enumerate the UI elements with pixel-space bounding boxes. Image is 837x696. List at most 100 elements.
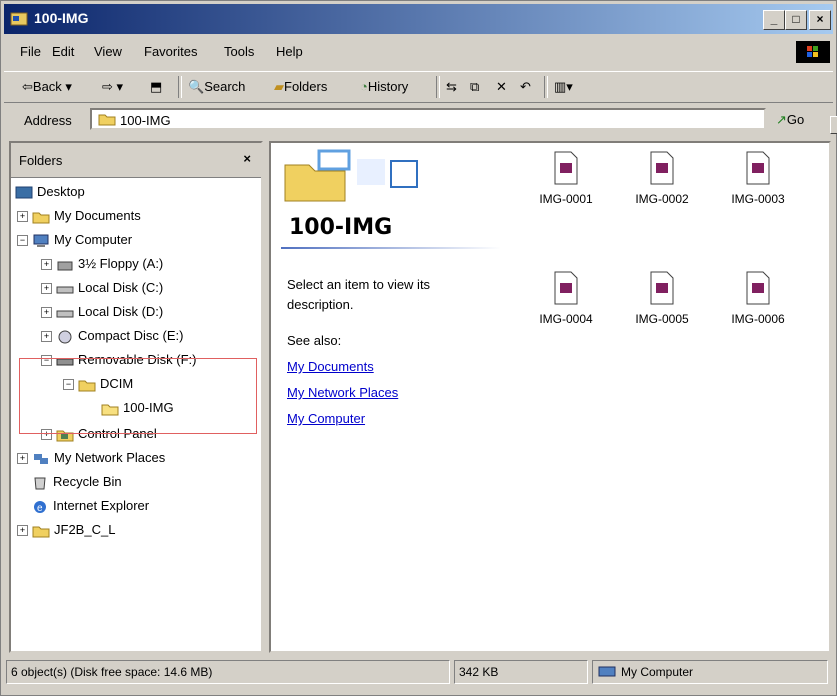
network-icon bbox=[34, 453, 48, 464]
standard-toolbar: ⇦Back ▾ ⇨ ▾ ⬒ 🔍Search ▰Folders ◔History … bbox=[4, 71, 833, 103]
image-file-icon bbox=[746, 151, 770, 185]
svg-text:e: e bbox=[37, 503, 43, 514]
file-item[interactable]: IMG-0004 bbox=[521, 271, 611, 326]
content-pane: 100-IMG Select an item to view its descr… bbox=[269, 141, 831, 653]
hard-disk-icon bbox=[56, 310, 74, 318]
search-button[interactable]: 🔍Search bbox=[188, 79, 245, 95]
menu-bar: File Edit View Favorites Tools Help bbox=[4, 39, 833, 65]
expand-icon[interactable]: + bbox=[17, 453, 28, 465]
status-zone: My Computer bbox=[592, 660, 828, 684]
title-bar[interactable]: 100-IMG _ □ × bbox=[4, 4, 833, 34]
folder-window-icon bbox=[10, 12, 28, 26]
folders-pane-title: Folders bbox=[19, 153, 63, 168]
address-value: 100-IMG bbox=[120, 113, 171, 128]
history-button[interactable]: ◔History bbox=[360, 79, 408, 94]
tree-item-my-network-places[interactable]: + My Network Places bbox=[17, 447, 165, 469]
windows-logo-icon bbox=[796, 41, 830, 63]
menu-tools[interactable]: Tools bbox=[224, 44, 254, 59]
tree-item-internet-explorer[interactable]: e Internet Explorer bbox=[31, 495, 149, 517]
menu-file[interactable]: File bbox=[20, 44, 41, 59]
file-item[interactable]: IMG-0006 bbox=[713, 271, 803, 326]
folder-title: 100-IMG bbox=[289, 215, 393, 240]
collapse-icon[interactable]: − bbox=[17, 235, 28, 247]
file-item[interactable]: IMG-0003 bbox=[713, 151, 803, 206]
go-icon: ↗ bbox=[776, 112, 787, 127]
folders-icon: ▰ bbox=[274, 79, 284, 94]
address-bar: Address 100-IMG ▼ ↗Go bbox=[4, 105, 837, 135]
link-my-documents[interactable]: My Documents bbox=[287, 359, 374, 374]
see-also-label: See also: bbox=[287, 333, 342, 348]
address-input[interactable]: 100-IMG ▼ bbox=[90, 108, 837, 134]
file-item[interactable]: IMG-0002 bbox=[617, 151, 707, 206]
link-my-network-places[interactable]: My Network Places bbox=[287, 385, 398, 400]
folders-label: Folders bbox=[284, 79, 328, 94]
tree-item-my-documents[interactable]: + My Documents bbox=[17, 205, 141, 227]
minimize-button[interactable]: _ bbox=[763, 10, 785, 30]
maximize-button[interactable]: □ bbox=[785, 10, 807, 30]
menu-edit[interactable]: Edit bbox=[52, 44, 74, 59]
file-item[interactable]: IMG-0005 bbox=[617, 271, 707, 326]
explorer-window: 100-IMG _ □ × File Edit View Favorites T… bbox=[0, 0, 837, 696]
expand-icon[interactable]: + bbox=[41, 331, 52, 343]
up-folder-icon[interactable]: ⬒ bbox=[150, 79, 162, 95]
image-file-icon bbox=[650, 271, 674, 305]
status-zone-label: My Computer bbox=[621, 665, 694, 679]
expand-icon[interactable]: + bbox=[41, 259, 52, 271]
move-to-icon[interactable]: ⇆ bbox=[446, 79, 457, 95]
image-file-icon bbox=[746, 271, 770, 305]
search-label: Search bbox=[204, 79, 246, 94]
history-label: History bbox=[367, 79, 409, 94]
image-file-icon bbox=[554, 271, 578, 305]
tree-item-local-disk-d[interactable]: + Local Disk (D:) bbox=[41, 301, 163, 323]
menu-view[interactable]: View bbox=[94, 44, 122, 59]
computer-icon bbox=[598, 666, 616, 677]
expand-icon[interactable]: + bbox=[17, 211, 28, 223]
address-dropdown-button[interactable]: ▼ bbox=[830, 116, 837, 134]
address-label: Address bbox=[24, 113, 72, 128]
tree-item-floppy[interactable]: +3½ Floppy (A:) bbox=[41, 253, 163, 275]
tree-item-my-computer[interactable]: − My Computer bbox=[17, 229, 132, 251]
go-label: Go bbox=[786, 112, 805, 127]
back-button[interactable]: ⇦Back ▾ bbox=[22, 79, 72, 95]
computer-icon bbox=[33, 234, 49, 247]
expand-icon[interactable]: + bbox=[41, 283, 52, 295]
search-icon: 🔍 bbox=[188, 79, 205, 94]
delete-icon[interactable]: ✕ bbox=[496, 79, 507, 95]
window-title: 100-IMG bbox=[34, 10, 89, 26]
file-item[interactable]: IMG-0001 bbox=[521, 151, 611, 206]
history-icon: ◔ bbox=[360, 79, 368, 94]
go-button[interactable]: ↗Go bbox=[776, 112, 804, 128]
tree-item-recycle-bin[interactable]: Recycle Bin bbox=[31, 471, 122, 493]
views-icon[interactable]: ▥▾ bbox=[554, 79, 573, 95]
tree-item-desktop[interactable]: Desktop bbox=[15, 181, 85, 203]
forward-button[interactable]: ⇨ ▾ bbox=[102, 79, 123, 95]
undo-icon[interactable]: ↶ bbox=[520, 79, 531, 95]
folders-button[interactable]: ▰Folders bbox=[274, 79, 327, 95]
close-button[interactable]: × bbox=[809, 10, 831, 30]
close-pane-icon[interactable]: × bbox=[243, 151, 251, 166]
menu-help[interactable]: Help bbox=[276, 44, 303, 59]
menu-favorites[interactable]: Favorites bbox=[144, 44, 197, 59]
image-file-icon bbox=[650, 151, 674, 185]
expand-icon[interactable]: + bbox=[41, 307, 52, 319]
copy-to-icon[interactable]: ⧉ bbox=[470, 79, 479, 95]
highlight-box bbox=[19, 358, 257, 434]
back-label: Back bbox=[32, 79, 62, 94]
link-my-computer[interactable]: My Computer bbox=[287, 411, 365, 426]
folder-icon bbox=[98, 114, 116, 126]
expand-icon[interactable]: + bbox=[17, 525, 28, 537]
documents-folder-icon bbox=[32, 212, 50, 224]
tree-item-compact-disc[interactable]: + Compact Disc (E:) bbox=[41, 325, 183, 347]
tree-item-local-disk-c[interactable]: + Local Disk (C:) bbox=[41, 277, 163, 299]
image-file-icon bbox=[554, 151, 578, 185]
status-size: 342 KB bbox=[454, 660, 588, 684]
status-bar: 6 object(s) (Disk free space: 14.6 MB) 3… bbox=[4, 657, 833, 689]
folder-description: Select an item to view its description. bbox=[287, 277, 431, 312]
tree-item-jf2b[interactable]: + JF2B_C_L bbox=[17, 519, 115, 541]
floppy-drive-icon bbox=[57, 261, 73, 271]
hard-disk-icon bbox=[56, 286, 74, 294]
folders-pane-header: Folders × bbox=[11, 143, 261, 178]
status-objects: 6 object(s) (Disk free space: 14.6 MB) bbox=[6, 660, 450, 684]
internet-explorer-icon: e bbox=[34, 500, 46, 514]
large-folder-icon bbox=[284, 149, 418, 202]
